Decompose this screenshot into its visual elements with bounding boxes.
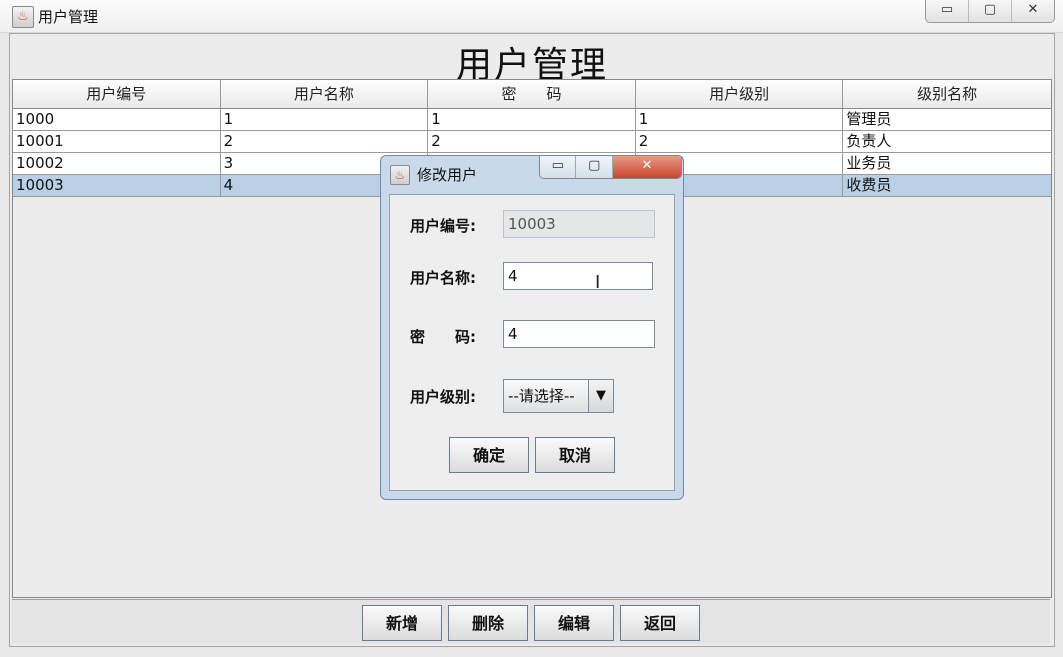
edit-button[interactable]: 编辑 xyxy=(534,605,614,641)
table-cell[interactable]: 2 xyxy=(428,131,636,152)
edit-user-dialog: ♨ 修改用户 ▭ ▢ ✕ 用户编号: 10003 用户名称: 4 I 密 码: … xyxy=(380,155,684,500)
user-id-field: 10003 xyxy=(503,210,655,238)
password-label: 密 码: xyxy=(410,328,476,346)
table-cell[interactable]: 业务员 xyxy=(843,153,1051,174)
table-cell[interactable]: 10002 xyxy=(13,153,221,174)
column-header-user-level[interactable]: 用户级别 xyxy=(636,80,844,108)
user-level-selected: --请选择-- xyxy=(508,387,575,405)
java-app-icon: ♨ xyxy=(390,165,410,185)
user-level-label: 用户级别: xyxy=(410,388,476,406)
table-cell[interactable]: 管理员 xyxy=(843,109,1051,130)
cancel-button[interactable]: 取消 xyxy=(535,437,615,473)
table-cell[interactable]: 1 xyxy=(221,109,429,130)
column-header-password[interactable]: 密 码 xyxy=(428,80,636,108)
table-row[interactable]: 1000 1 1 1 管理员 xyxy=(13,109,1051,131)
table-cell[interactable]: 10003 xyxy=(13,175,221,196)
column-header-user-id[interactable]: 用户编号 xyxy=(13,80,221,108)
table-cell[interactable]: 负责人 xyxy=(843,131,1051,152)
table-cell[interactable]: 10001 xyxy=(13,131,221,152)
dialog-title: 修改用户 xyxy=(417,166,478,184)
dropdown-arrow-icon[interactable]: ▼ xyxy=(588,380,613,412)
table-cell[interactable]: 2 xyxy=(636,131,844,152)
table-cell[interactable]: 1 xyxy=(428,109,636,130)
close-icon[interactable]: ✕ xyxy=(1012,0,1054,22)
minimize-icon[interactable]: ▭ xyxy=(540,156,577,178)
user-name-label: 用户名称: xyxy=(410,269,476,287)
column-header-level-name[interactable]: 级别名称 xyxy=(843,80,1051,108)
window-title: 用户管理 xyxy=(38,8,99,26)
dialog-body: 用户编号: 10003 用户名称: 4 I 密 码: 4 用户级别: --请选择… xyxy=(389,194,675,491)
text-cursor-icon: I xyxy=(595,272,601,293)
window-controls: ▭ ▢ ✕ xyxy=(925,0,1055,23)
confirm-button[interactable]: 确定 xyxy=(449,437,529,473)
table-row[interactable]: 10001 2 2 2 负责人 xyxy=(13,131,1051,153)
back-button[interactable]: 返回 xyxy=(620,605,700,641)
user-level-select[interactable]: --请选择-- ▼ xyxy=(503,379,614,413)
close-icon[interactable]: ✕ xyxy=(612,156,681,178)
user-id-label: 用户编号: xyxy=(410,217,476,235)
add-button[interactable]: 新增 xyxy=(362,605,442,641)
table-header: 用户编号 用户名称 密 码 用户级别 级别名称 xyxy=(13,80,1051,109)
java-app-icon: ♨ xyxy=(12,6,34,28)
user-name-input[interactable]: 4 xyxy=(503,262,653,290)
maximize-icon[interactable]: ▢ xyxy=(969,0,1012,22)
table-cell[interactable]: 2 xyxy=(221,131,429,152)
column-header-user-name[interactable]: 用户名称 xyxy=(221,80,429,108)
maximize-icon[interactable]: ▢ xyxy=(576,156,613,178)
minimize-icon[interactable]: ▭ xyxy=(926,0,969,22)
password-input[interactable]: 4 xyxy=(503,320,655,348)
action-bar: 新增 删除 编辑 返回 xyxy=(12,599,1050,644)
delete-button[interactable]: 删除 xyxy=(448,605,528,641)
table-cell[interactable]: 1 xyxy=(636,109,844,130)
dialog-window-controls: ▭ ▢ ✕ xyxy=(539,156,682,179)
table-cell[interactable]: 1000 xyxy=(13,109,221,130)
title-bar: ♨ 用户管理 ▭ ▢ ✕ xyxy=(0,0,1063,33)
table-cell[interactable]: 收费员 xyxy=(843,175,1051,196)
